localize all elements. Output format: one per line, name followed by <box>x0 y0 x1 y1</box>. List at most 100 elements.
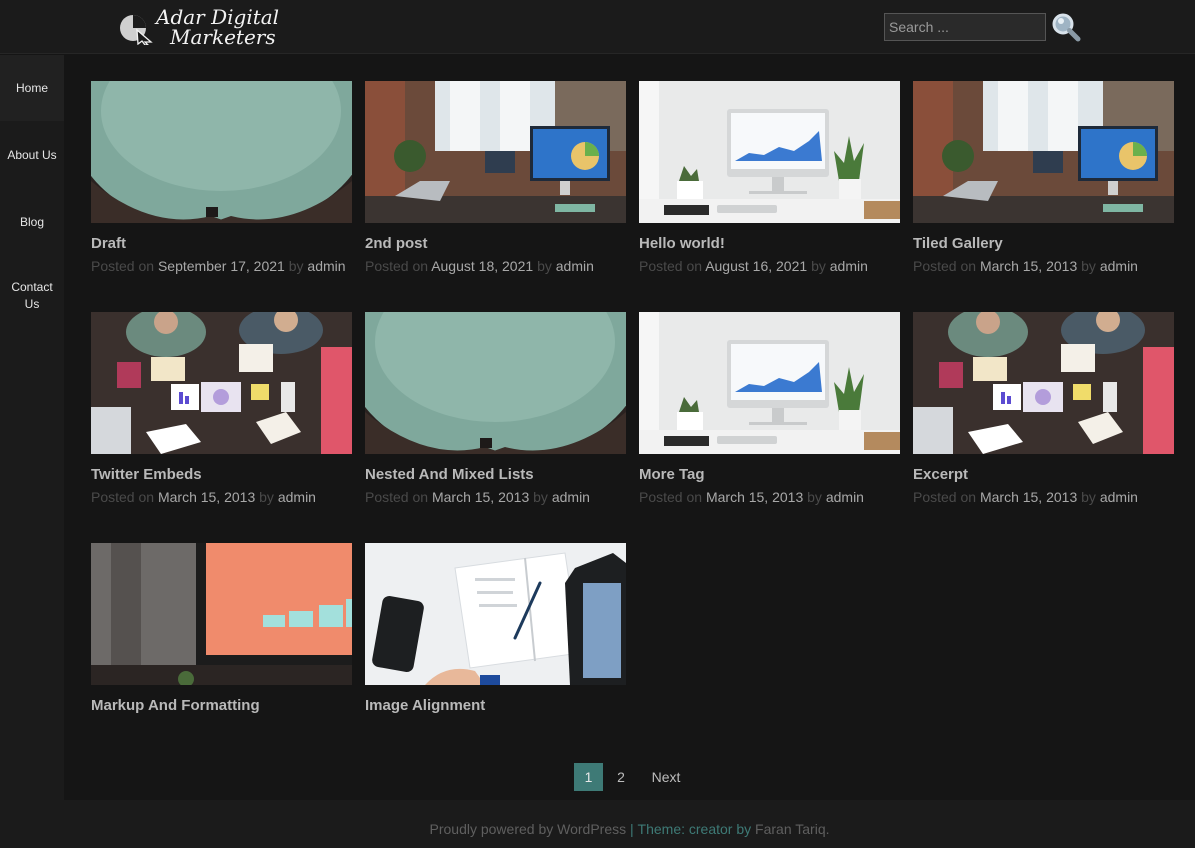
office-desk-monitor-image <box>365 81 626 223</box>
sidebar-nav: Home About Us Blog Contact Us <box>0 55 64 848</box>
site-logo[interactable]: Adar Digital Marketers <box>118 2 288 52</box>
post-card: Twitter Embeds Posted on March 15, 2013 … <box>91 312 353 505</box>
phone-notebook-tablet-image <box>365 543 626 685</box>
by-label: by <box>537 258 552 274</box>
post-author[interactable]: admin <box>1100 258 1138 274</box>
post-title[interactable]: Excerpt <box>913 466 1175 483</box>
post-title[interactable]: Hello world! <box>639 235 901 252</box>
post-author[interactable]: admin <box>1100 489 1138 505</box>
by-label: by <box>259 489 274 505</box>
post-title[interactable]: Image Alignment <box>365 697 627 714</box>
footer-separator: | <box>626 821 638 837</box>
logo-text: Adar Digital Marketers <box>156 7 279 47</box>
monitor-bar-chart-image <box>91 543 352 685</box>
post-date[interactable]: August 16, 2021 <box>705 258 807 274</box>
nav-label: About Us <box>7 147 57 162</box>
team-meeting-topdown-image <box>91 312 352 454</box>
post-author[interactable]: admin <box>556 258 594 274</box>
posted-on-label: Posted on <box>913 489 977 505</box>
post-title[interactable]: Draft <box>91 235 353 252</box>
posted-on-label: Posted on <box>913 258 977 274</box>
nav-item-contact-us[interactable]: Contact Us <box>0 263 64 329</box>
post-thumbnail[interactable] <box>639 81 900 223</box>
posted-on-label: Posted on <box>639 258 703 274</box>
post-card: Tiled Gallery Posted on March 15, 2013 b… <box>913 81 1175 274</box>
post-card: Nested And Mixed Lists Posted on March 1… <box>365 312 627 505</box>
post-thumbnail[interactable] <box>91 543 352 685</box>
post-thumbnail[interactable] <box>91 81 352 223</box>
post-card: Image Alignment <box>365 543 627 714</box>
powered-by-link[interactable]: Proudly powered by WordPress <box>430 821 627 837</box>
team-meeting-topdown-image <box>913 312 1174 454</box>
post-author[interactable]: admin <box>552 489 590 505</box>
post-date[interactable]: March 15, 2013 <box>432 489 529 505</box>
logo-line-2: Marketers <box>170 25 276 49</box>
post-meta: Posted on March 15, 2013 by admin <box>91 489 353 505</box>
post-title[interactable]: Nested And Mixed Lists <box>365 466 627 483</box>
post-title[interactable]: More Tag <box>639 466 901 483</box>
posted-on-label: Posted on <box>91 489 155 505</box>
post-title[interactable]: 2nd post <box>365 235 627 252</box>
post-card: Draft Posted on September 17, 2021 by ad… <box>91 81 353 274</box>
by-label: by <box>1081 258 1096 274</box>
post-meta: Posted on March 15, 2013 by admin <box>913 489 1175 505</box>
nav-item-blog[interactable]: Blog <box>0 189 64 255</box>
post-thumbnail[interactable] <box>91 312 352 454</box>
search-button[interactable] <box>1050 11 1082 43</box>
theme-author-link[interactable]: Faran Tariq. <box>755 821 829 837</box>
post-title[interactable]: Twitter Embeds <box>91 466 353 483</box>
post-thumbnail[interactable] <box>365 81 626 223</box>
nav-label: Blog <box>19 214 45 229</box>
next-page-link[interactable]: Next <box>650 763 682 791</box>
by-label: by <box>533 489 548 505</box>
post-date[interactable]: March 15, 2013 <box>980 258 1077 274</box>
post-date[interactable]: March 15, 2013 <box>158 489 255 505</box>
posted-on-label: Posted on <box>365 258 429 274</box>
post-meta: Posted on March 15, 2013 by admin <box>913 258 1175 274</box>
post-thumbnail[interactable] <box>913 312 1174 454</box>
post-title[interactable]: Tiled Gallery <box>913 235 1175 252</box>
post-meta: Posted on March 15, 2013 by admin <box>365 489 627 505</box>
post-meta: Posted on August 16, 2021 by admin <box>639 258 901 274</box>
nav-item-about-us[interactable]: About Us <box>0 122 64 188</box>
cursor-logo-icon <box>118 9 154 46</box>
by-label: by <box>1081 489 1096 505</box>
fabric-closeup-image <box>365 312 626 454</box>
post-date[interactable]: March 15, 2013 <box>706 489 803 505</box>
post-meta: Posted on March 15, 2013 by admin <box>639 489 901 505</box>
post-date[interactable]: September 17, 2021 <box>158 258 285 274</box>
page-current: 1 <box>574 763 603 791</box>
post-author[interactable]: admin <box>826 489 864 505</box>
nav-label: Home <box>15 80 48 95</box>
post-card: Excerpt Posted on March 15, 2013 by admi… <box>913 312 1175 505</box>
post-meta: Posted on August 18, 2021 by admin <box>365 258 627 274</box>
by-label: by <box>811 258 826 274</box>
imac-chart-desk-image <box>639 81 900 223</box>
logo-line-1: Adar Digital <box>156 5 280 29</box>
post-card: 2nd post Posted on August 18, 2021 by ad… <box>365 81 627 274</box>
site-footer: Proudly powered by WordPress | Theme: cr… <box>64 800 1195 848</box>
page-link-2[interactable]: 2 <box>614 763 628 791</box>
by-label: by <box>807 489 822 505</box>
post-thumbnail[interactable] <box>913 81 1174 223</box>
post-thumbnail[interactable] <box>365 312 626 454</box>
footer-by-label: by <box>732 821 756 837</box>
post-thumbnail[interactable] <box>365 543 626 685</box>
nav-item-home[interactable]: Home <box>0 55 64 121</box>
post-author[interactable]: admin <box>278 489 316 505</box>
post-date[interactable]: March 15, 2013 <box>980 489 1077 505</box>
posted-on-label: Posted on <box>639 489 703 505</box>
posted-on-label: Posted on <box>91 258 155 274</box>
search-input[interactable] <box>884 13 1046 41</box>
post-author[interactable]: admin <box>830 258 868 274</box>
nav-label: Contact Us <box>11 280 53 311</box>
post-card: Markup And Formatting <box>91 543 353 714</box>
post-title[interactable]: Markup And Formatting <box>91 697 353 714</box>
post-card: More Tag Posted on March 15, 2013 by adm… <box>639 312 901 505</box>
theme-link[interactable]: Theme: creator <box>638 821 733 837</box>
post-author[interactable]: admin <box>307 258 345 274</box>
imac-chart-desk-image <box>639 312 900 454</box>
post-meta: Posted on September 17, 2021 by admin <box>91 258 353 274</box>
post-date[interactable]: August 18, 2021 <box>431 258 533 274</box>
post-thumbnail[interactable] <box>639 312 900 454</box>
